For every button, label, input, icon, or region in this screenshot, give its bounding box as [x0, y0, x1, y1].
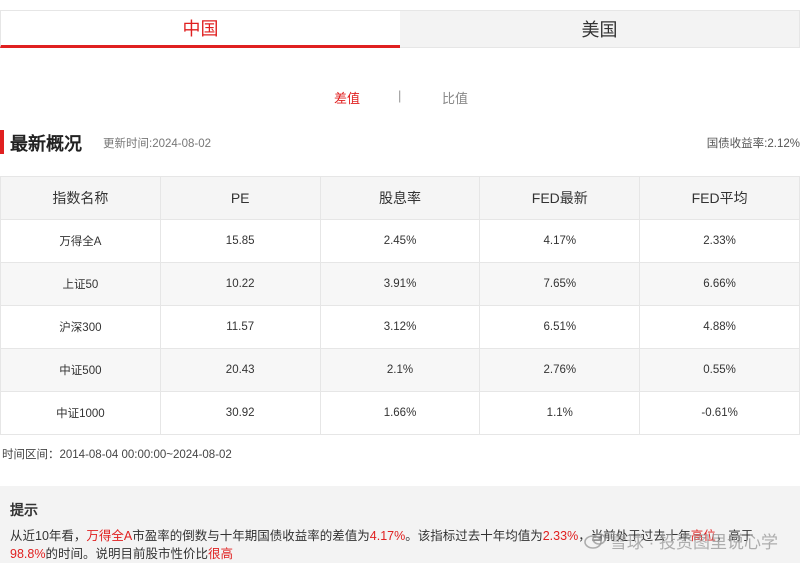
cell-pe: 30.92: [159, 391, 321, 435]
cell-fed-average: -0.61%: [639, 391, 800, 435]
cell-index-name: 中证500: [0, 348, 161, 392]
overview-header: 最新概况 更新时间:2024-08-02 国债收益率:2.12%: [0, 128, 800, 156]
table-row: 万得全A 15.85 2.45% 4.17% 2.33%: [0, 219, 800, 263]
tip-current-value: 4.17%: [369, 529, 406, 543]
tip-average-value: 2.33%: [542, 529, 579, 543]
cell-dividend: 2.1%: [319, 348, 481, 392]
cell-fed-average: 0.55%: [639, 348, 800, 392]
cell-fed-latest: 1.1%: [479, 391, 641, 435]
toggle-diff[interactable]: 差值: [334, 88, 360, 107]
col-fed-average: FED平均: [639, 176, 800, 220]
tip-text: 市盈率的倒数与十年期国债收益率的差值为: [132, 529, 370, 543]
tip-line-2: 98.8%的时间。说明目前股市性价比很高: [10, 543, 233, 562]
metric-toggle: 差值 | 比值: [0, 88, 800, 108]
cell-index-name: 上证50: [0, 262, 161, 306]
tab-usa[interactable]: 美国: [400, 10, 800, 48]
snowball-logo-icon: [584, 532, 606, 549]
cell-fed-latest: 7.65%: [479, 262, 641, 306]
toggle-ratio[interactable]: 比值: [442, 88, 468, 107]
table-row: 上证50 10.22 3.91% 7.65% 6.66%: [0, 262, 800, 306]
bond-yield: 国债收益率:2.12%: [706, 138, 800, 150]
cell-dividend: 2.45%: [319, 219, 481, 263]
time-range: 时间区间：2014-08-04 00:00:00~2024-08-02: [2, 449, 232, 461]
cell-pe: 10.22: [159, 262, 321, 306]
tip-text: 从近10年看，: [10, 529, 87, 543]
cell-fed-average: 2.33%: [639, 219, 800, 263]
cell-dividend: 3.12%: [319, 305, 481, 349]
col-index-name: 指数名称: [0, 176, 161, 220]
cell-index-name: 万得全A: [0, 219, 161, 263]
section-accent-bar: [0, 130, 4, 154]
watermark: 雪球 · 投资图里说心学: [584, 528, 778, 553]
table-row: 中证500 20.43 2.1% 2.76% 0.55%: [0, 348, 800, 392]
tip-text: 的时间。说明目前股市性价比: [45, 547, 208, 561]
cell-fed-latest: 6.51%: [479, 305, 641, 349]
cell-pe: 11.57: [159, 305, 321, 349]
table-row: 中证1000 30.92 1.66% 1.1% -0.61%: [0, 391, 800, 435]
cell-index-name: 沪深300: [0, 305, 161, 349]
cell-dividend: 1.66%: [319, 391, 481, 435]
fed-table: 指数名称 PE 股息率 FED最新 FED平均 万得全A 15.85 2.45%…: [0, 176, 800, 435]
table-header-row: 指数名称 PE 股息率 FED最新 FED平均: [0, 176, 800, 220]
cell-pe: 20.43: [159, 348, 321, 392]
tab-china[interactable]: 中国: [0, 10, 400, 48]
cell-pe: 15.85: [159, 219, 321, 263]
col-fed-latest: FED最新: [479, 176, 641, 220]
cell-fed-average: 4.88%: [639, 305, 800, 349]
cell-index-name: 中证1000: [0, 391, 161, 435]
tip-title: 提示: [10, 502, 38, 518]
tip-percentile: 98.8%: [10, 547, 46, 561]
col-dividend: 股息率: [319, 176, 481, 220]
col-pe: PE: [159, 176, 321, 220]
cell-dividend: 3.91%: [319, 262, 481, 306]
tip-index-name: 万得全A: [86, 529, 133, 543]
market-tabs: 中国 美国: [0, 10, 800, 48]
tip-text: 。该指标过去十年均值为: [405, 529, 543, 543]
cell-fed-latest: 4.17%: [479, 219, 641, 263]
cell-fed-latest: 2.76%: [479, 348, 641, 392]
toggle-separator: |: [398, 88, 402, 103]
section-title: 最新概况: [10, 134, 82, 154]
cell-fed-average: 6.66%: [639, 262, 800, 306]
table-row: 沪深300 11.57 3.12% 6.51% 4.88%: [0, 305, 800, 349]
update-time: 更新时间:2024-08-02: [103, 138, 212, 150]
tip-judgement: 很高: [207, 547, 233, 561]
watermark-text: 雪球 · 投资图里说心学: [609, 533, 778, 552]
